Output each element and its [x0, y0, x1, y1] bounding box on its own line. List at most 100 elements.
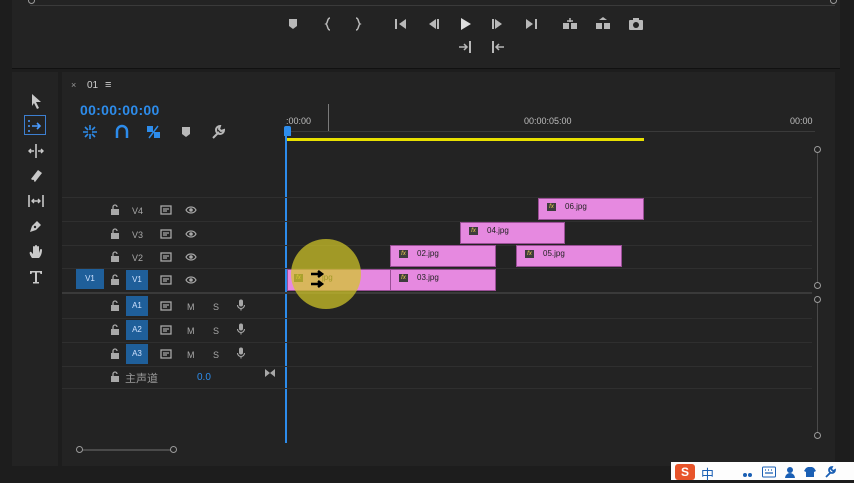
marker-icon[interactable] [285, 16, 301, 32]
source-patch-v1[interactable]: V1 [76, 269, 104, 289]
go-to-in-icon[interactable] [393, 16, 409, 32]
sync-lock-icon[interactable] [160, 251, 172, 263]
ime-punctuation-icon[interactable] [741, 466, 753, 478]
overwrite-icon[interactable] [490, 39, 506, 55]
snap-icon[interactable] [82, 124, 98, 140]
sync-lock-icon[interactable] [160, 348, 172, 360]
microphone-icon[interactable] [235, 347, 247, 359]
eye-icon[interactable] [185, 274, 197, 286]
video-scrollbar-top-handle[interactable] [814, 146, 821, 153]
audio-scrollbar-bottom-handle[interactable] [814, 432, 821, 439]
clip-02[interactable]: fx 02.jpg [390, 245, 496, 267]
clip-06[interactable]: fx 06.jpg [538, 198, 644, 220]
sync-lock-icon[interactable] [160, 274, 172, 286]
solo-button[interactable]: S [213, 326, 219, 336]
ime-keyboard-icon[interactable] [762, 466, 776, 478]
track-select-cursor-icon [310, 268, 330, 290]
track-divider [62, 342, 812, 343]
export-frame-icon[interactable] [628, 16, 644, 32]
timeline-marker-icon[interactable] [178, 124, 194, 140]
mute-button[interactable]: M [187, 326, 195, 336]
track-label-v3[interactable]: V3 [132, 230, 143, 240]
panel-menu-icon[interactable]: ≡ [105, 79, 111, 91]
step-forward-icon[interactable] [490, 16, 506, 32]
program-monitor [12, 0, 840, 69]
ime-skin-icon[interactable] [804, 466, 816, 478]
eye-icon[interactable] [185, 204, 197, 216]
lock-icon[interactable] [109, 324, 121, 336]
linked-selection-icon[interactable] [114, 124, 130, 140]
track-label-v2[interactable]: V2 [132, 253, 143, 263]
add-marker-icon[interactable] [145, 124, 161, 140]
track-divider [62, 388, 812, 389]
master-volume-value[interactable]: 0.0 [197, 372, 211, 383]
insert-icon[interactable] [457, 39, 473, 55]
sequence-tab[interactable]: 01 [87, 80, 98, 91]
solo-button[interactable]: S [213, 350, 219, 360]
selection-tool[interactable] [26, 91, 46, 111]
ime-moon-icon[interactable] [722, 466, 734, 478]
microphone-icon[interactable] [235, 299, 247, 311]
play-icon[interactable] [457, 16, 473, 32]
ruler-label-start: :00:00 [286, 116, 312, 126]
ime-logo-icon[interactable]: S [675, 464, 695, 480]
track-divider [62, 221, 812, 222]
ruler-label-5s: 00:00:05:00 [524, 116, 572, 126]
close-tab-button[interactable]: × [71, 80, 76, 90]
track-label-a2[interactable]: A2 [126, 320, 148, 340]
monitor-scrub-bar[interactable] [30, 2, 835, 6]
lock-icon[interactable] [109, 274, 121, 286]
timeline-settings-icon[interactable] [210, 124, 226, 140]
hand-tool[interactable] [26, 242, 46, 262]
track-label-a3[interactable]: A3 [126, 344, 148, 364]
track-label-a1[interactable]: A1 [126, 296, 148, 316]
audio-scrollbar[interactable] [817, 300, 818, 436]
go-to-out-icon[interactable] [523, 16, 539, 32]
razor-tool[interactable] [26, 166, 46, 186]
ripple-edit-tool[interactable] [26, 141, 46, 161]
ime-chinese-mode[interactable]: 中 [701, 464, 714, 483]
video-scrollbar[interactable] [817, 150, 818, 286]
extract-icon[interactable] [595, 16, 611, 32]
clip-04[interactable]: fx 04.jpg [460, 222, 565, 244]
mute-button[interactable]: M [187, 350, 195, 360]
audio-scrollbar-top-handle[interactable] [814, 296, 821, 303]
sync-lock-icon[interactable] [160, 204, 172, 216]
lock-icon[interactable] [109, 300, 121, 312]
lift-icon[interactable] [562, 16, 578, 32]
microphone-icon[interactable] [235, 323, 247, 335]
monitor-scrub-handle-end[interactable] [830, 0, 837, 4]
lock-icon[interactable] [109, 228, 121, 240]
track-label-v4[interactable]: V4 [132, 206, 143, 216]
mark-in-icon[interactable] [320, 16, 336, 32]
eye-icon[interactable] [185, 228, 197, 240]
pen-tool[interactable] [26, 216, 46, 236]
slip-tool[interactable] [26, 191, 46, 211]
lock-icon[interactable] [109, 348, 121, 360]
playhead-timecode[interactable]: 00:00:00:00 [80, 102, 160, 118]
go-to-next-edit-icon[interactable] [264, 367, 276, 379]
sync-lock-icon[interactable] [160, 228, 172, 240]
work-area-bar[interactable] [285, 138, 644, 141]
zoom-scrollbar-left-handle[interactable] [76, 446, 83, 453]
type-tool[interactable] [26, 267, 46, 287]
zoom-scrollbar[interactable] [80, 449, 174, 451]
clip-03[interactable]: fx 03.jpg [390, 269, 496, 291]
lock-icon[interactable] [109, 251, 121, 263]
ime-user-icon[interactable] [784, 466, 796, 478]
lock-icon[interactable] [109, 371, 121, 383]
mark-out-icon[interactable] [350, 16, 366, 32]
video-scrollbar-bottom-handle[interactable] [814, 282, 821, 289]
eye-icon[interactable] [185, 251, 197, 263]
clip-05[interactable]: fx 05.jpg [516, 245, 622, 267]
solo-button[interactable]: S [213, 302, 219, 312]
lock-icon[interactable] [109, 204, 121, 216]
track-select-tool[interactable] [24, 115, 46, 135]
track-label-v1[interactable]: V1 [126, 270, 148, 290]
step-back-icon[interactable] [425, 16, 441, 32]
zoom-scrollbar-right-handle[interactable] [170, 446, 177, 453]
ime-settings-icon[interactable] [824, 466, 836, 478]
sync-lock-icon[interactable] [160, 324, 172, 336]
sync-lock-icon[interactable] [160, 300, 172, 312]
mute-button[interactable]: M [187, 302, 195, 312]
